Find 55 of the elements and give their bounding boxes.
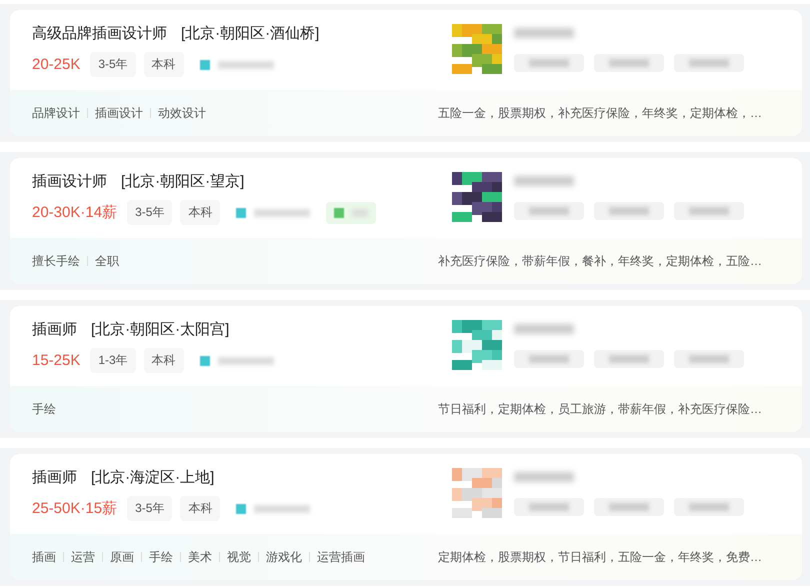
salary: 15-25K bbox=[32, 352, 80, 369]
job-title[interactable]: 高级品牌插画设计师 bbox=[32, 24, 167, 43]
job-location: [北京·海淀区·上地] bbox=[91, 468, 214, 487]
job-location: [北京·朝阳区·酒仙桥] bbox=[181, 24, 320, 43]
blurred-company-tag bbox=[674, 498, 744, 516]
job-title[interactable]: 插画师 bbox=[32, 320, 77, 339]
requirement-tag: 3-5年 bbox=[127, 496, 172, 521]
salary: 25-50K·15薪 bbox=[32, 499, 118, 518]
skill-tag: 美术 bbox=[188, 548, 212, 566]
benefits-text: 五险一金，股票期权，补充医疗保险，年终奖，定期体检，… bbox=[438, 104, 762, 122]
blurred-company-name bbox=[514, 324, 574, 334]
blurred-company-tag bbox=[514, 498, 584, 516]
requirement-tag: 1-3年 bbox=[90, 348, 136, 373]
skill-tag: 全职 bbox=[95, 252, 119, 270]
skill-tag: 擅长手绘 bbox=[32, 252, 80, 270]
job-title[interactable]: 插画设计师 bbox=[32, 172, 107, 191]
blurred-company-tag bbox=[514, 54, 584, 72]
requirement-tag: 本科 bbox=[180, 200, 220, 225]
blurred-company-tag bbox=[594, 54, 664, 72]
skill-tag: 品牌设计 bbox=[32, 104, 80, 122]
skill-tag: 运营插画 bbox=[317, 548, 365, 566]
skill-tag: 插画设计 bbox=[95, 104, 143, 122]
skill-tag: 运营 bbox=[71, 548, 95, 566]
blurred-company-name bbox=[514, 28, 574, 38]
skill-tag: 原画 bbox=[110, 548, 134, 566]
salary: 20-25K bbox=[32, 56, 80, 73]
salary: 20-30K·14薪 bbox=[32, 203, 118, 222]
requirement-tag: 3-5年 bbox=[90, 52, 136, 77]
skill-tag: 动效设计 bbox=[158, 104, 206, 122]
requirement-tag: 本科 bbox=[144, 52, 184, 77]
requirement-tag: 3-5年 bbox=[127, 200, 172, 225]
benefits-text: 节日福利，定期体检，员工旅游，带薪年假，补充医疗保险… bbox=[438, 400, 762, 418]
job-location: [北京·朝阳区·太阳宫] bbox=[91, 320, 230, 339]
blurred-company-tag bbox=[674, 202, 744, 220]
blurred-company-tag bbox=[514, 350, 584, 368]
skill-tag: 手绘 bbox=[149, 548, 173, 566]
blurred-company-name bbox=[514, 176, 574, 186]
blurred-company-tag bbox=[514, 202, 584, 220]
requirement-tag: 本科 bbox=[144, 348, 184, 373]
skill-tag: 视觉 bbox=[227, 548, 251, 566]
blurred-tag bbox=[326, 202, 376, 224]
job-location: [北京·朝阳区·望京] bbox=[121, 172, 244, 191]
blurred-company-tag bbox=[594, 498, 664, 516]
blurred-company-tag bbox=[674, 54, 744, 72]
skill-tag: 插画 bbox=[32, 548, 56, 566]
benefits-text: 补充医疗保险，带薪年假，餐补，年终奖，定期体检，五险… bbox=[438, 252, 762, 270]
blurred-company-tag bbox=[594, 350, 664, 368]
blurred-company-tag bbox=[674, 350, 744, 368]
skill-tag: 游戏化 bbox=[266, 548, 302, 566]
skill-tag: 手绘 bbox=[32, 400, 56, 418]
blurred-company-name bbox=[514, 472, 574, 482]
job-title[interactable]: 插画师 bbox=[32, 468, 77, 487]
benefits-text: 定期体检，股票期权，节日福利，五险一金，年终奖，免费… bbox=[438, 548, 762, 566]
blurred-company-tag bbox=[594, 202, 664, 220]
requirement-tag: 本科 bbox=[180, 496, 220, 521]
